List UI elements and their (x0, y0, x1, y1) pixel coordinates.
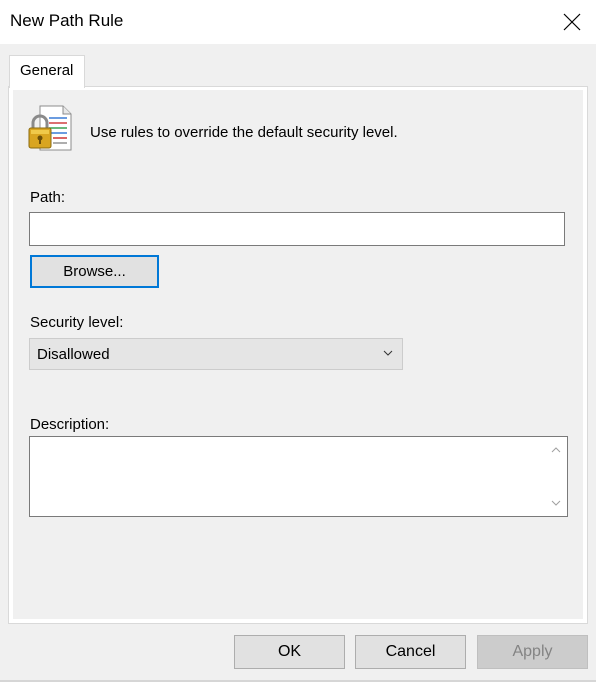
chevron-down-icon (383, 350, 393, 356)
description-scrollbar[interactable] (545, 437, 567, 516)
security-level-label: Security level: (30, 314, 124, 331)
dialog-window: New Path Rule General Use rules to overr… (0, 0, 596, 682)
browse-button[interactable]: Browse... (30, 255, 159, 288)
scroll-down-button[interactable] (545, 492, 567, 514)
security-level-dropdown[interactable]: Disallowed (29, 338, 403, 370)
path-label: Path: (30, 189, 66, 206)
ok-button[interactable]: OK (234, 635, 345, 669)
description-textarea[interactable] (29, 436, 568, 517)
cancel-button[interactable]: Cancel (355, 635, 466, 669)
close-icon (563, 13, 581, 31)
security-level-value: Disallowed (37, 346, 110, 363)
chevron-up-icon (551, 447, 561, 453)
close-button[interactable] (556, 6, 588, 38)
path-input[interactable] (29, 212, 565, 246)
info-message: Use rules to override the default securi… (90, 124, 398, 141)
dialog-title: New Path Rule (10, 11, 124, 30)
title-bar: New Path Rule (0, 0, 596, 44)
tab-general[interactable]: General (9, 55, 85, 88)
apply-button[interactable]: Apply (477, 635, 588, 669)
lock-document-icon (28, 105, 72, 151)
tab-general-label: General (20, 62, 74, 79)
chevron-down-icon (551, 500, 561, 506)
scroll-up-button[interactable] (545, 439, 567, 461)
description-label: Description: (30, 416, 110, 433)
